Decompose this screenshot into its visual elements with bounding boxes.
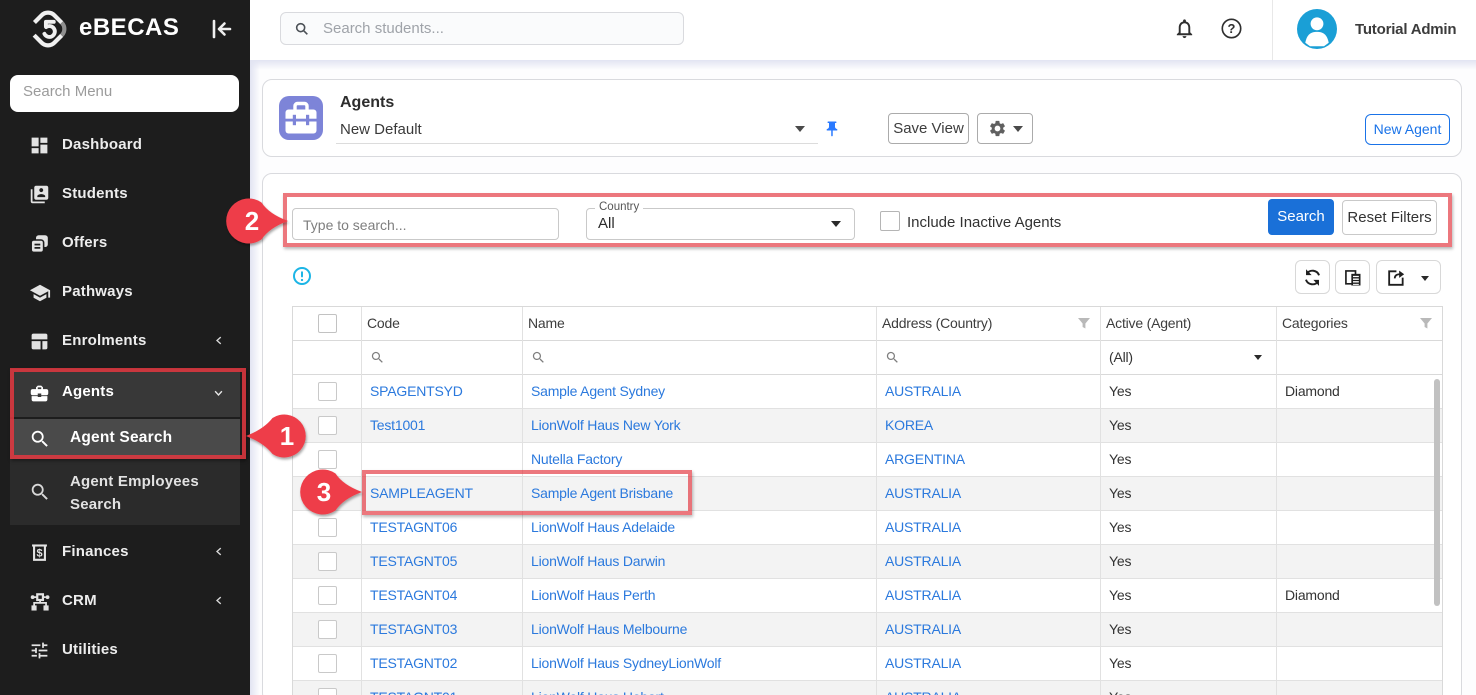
svg-text:$: $: [36, 548, 42, 560]
svg-text:?: ?: [1228, 21, 1236, 36]
